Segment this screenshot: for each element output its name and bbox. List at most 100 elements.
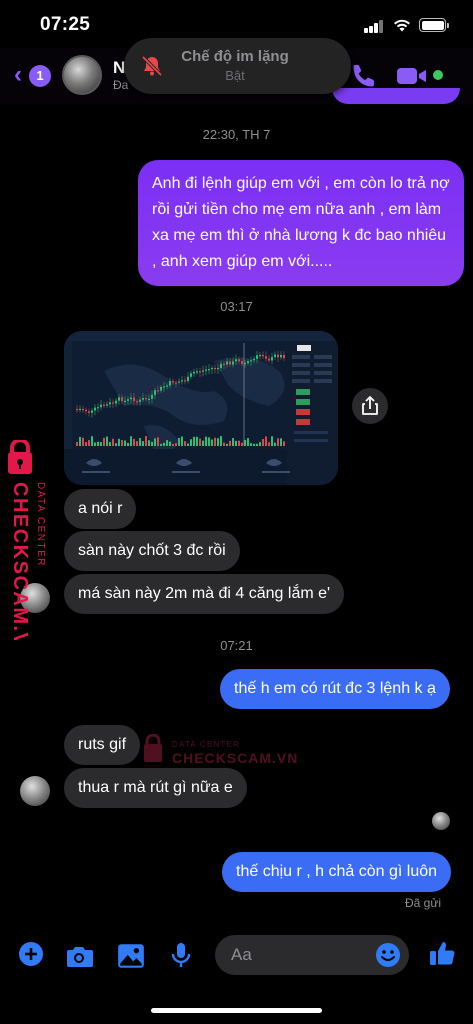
chart-candle <box>145 398 147 400</box>
seen-receipt-avatar <box>432 812 450 830</box>
chart-candle <box>82 408 84 411</box>
incoming-message[interactable]: ruts gif <box>64 725 141 765</box>
chart-candle <box>100 404 102 408</box>
phone-call-icon[interactable] <box>350 62 378 90</box>
chart-candle <box>109 402 111 405</box>
watermark-tagline: DATA CENTER <box>172 740 240 749</box>
chart-candle <box>253 358 255 361</box>
chart-candle <box>232 361 234 365</box>
outgoing-message[interactable]: thế chịu r , h chả còn gì luôn <box>222 852 452 892</box>
incoming-message[interactable]: sàn này chốt 3 đc rồi <box>64 531 240 571</box>
chart-volume-bar <box>241 442 243 446</box>
shared-image-trading-chart[interactable] <box>64 331 338 485</box>
chart-volume-bar <box>121 440 123 446</box>
chart-volume-bar <box>211 439 213 446</box>
chart-candle <box>229 361 231 365</box>
chart-volume-bar <box>280 438 282 446</box>
online-status-dot <box>433 70 443 80</box>
chart-volume-bar <box>133 438 135 446</box>
chart-candle <box>199 371 201 373</box>
chart-volume-bar <box>151 441 153 446</box>
chart-volume-bar <box>235 440 237 446</box>
watermark-tagline: DATA CENTER <box>35 482 46 567</box>
chart-volume-bar <box>256 443 258 446</box>
chart-candle <box>112 402 114 404</box>
chart-candle <box>268 358 270 361</box>
chart-volume-bar <box>91 436 93 446</box>
chart-volume-bar <box>265 436 267 446</box>
chart-volume-bar <box>271 436 273 446</box>
chart-volume-bar <box>166 440 168 446</box>
chart-candle <box>85 409 87 412</box>
chart-volume-bar <box>238 440 240 446</box>
chart-volume-bar <box>217 438 219 446</box>
share-button[interactable] <box>352 388 388 424</box>
chart-volume-bar <box>268 442 270 446</box>
video-call-icon[interactable] <box>396 64 428 88</box>
chart-candle <box>211 367 213 370</box>
chart-candle <box>88 411 90 413</box>
thumbs-up-icon[interactable] <box>427 939 457 967</box>
chart-candle <box>220 363 222 368</box>
timestamp: 22:30, TH 7 <box>202 127 271 142</box>
chart-volume-bar <box>223 442 225 446</box>
chart-candle <box>223 363 225 365</box>
chevron-left-icon: ‹ <box>14 61 22 88</box>
chart-volume-bar <box>112 438 114 446</box>
chart-candle <box>172 381 174 383</box>
chart-volume-bar <box>136 441 138 446</box>
chart-volume-bar <box>253 443 255 446</box>
incoming-message[interactable]: a nói r <box>64 489 137 529</box>
chart-candle <box>97 407 99 409</box>
camera-icon[interactable] <box>64 942 94 970</box>
chart-candle <box>277 354 279 358</box>
chart-volume-bar <box>79 436 81 446</box>
sender-avatar[interactable] <box>20 776 50 806</box>
message-input[interactable] <box>231 935 371 975</box>
chart-volume-bar <box>175 443 177 446</box>
chart-volume-bar <box>88 440 90 446</box>
chart-volume-bar <box>232 438 234 446</box>
chart-candle <box>127 399 129 401</box>
chart-candle <box>178 381 180 383</box>
chart-candle <box>271 357 273 361</box>
incoming-message[interactable]: má sàn này 2m mà đi 4 căng lắm e' <box>64 574 345 614</box>
chart-candle <box>274 354 276 358</box>
chart-volume-bar <box>142 441 144 446</box>
chart-volume-bar <box>202 440 204 446</box>
microphone-icon[interactable] <box>166 941 196 969</box>
chart-volume-bar <box>205 436 207 446</box>
photo-gallery-icon[interactable] <box>116 942 146 970</box>
bell-slash-icon <box>141 55 163 77</box>
chart-volume-bar <box>187 443 189 446</box>
chart-volume-bar <box>214 437 216 446</box>
timestamp: 07:21 <box>220 638 253 653</box>
outgoing-message[interactable]: Anh đi lệnh giúp em với , em còn lo trả … <box>138 160 464 286</box>
emoji-icon[interactable] <box>375 942 401 968</box>
chart-volume-bar <box>145 436 147 446</box>
outgoing-message[interactable]: thế h em có rút đc 3 lệnh k ạ <box>220 669 450 709</box>
plus-circle-icon[interactable] <box>16 940 46 968</box>
incoming-message[interactable]: thua r mà rút gì nữa e <box>64 768 247 808</box>
chart-candle <box>163 386 165 388</box>
home-indicator[interactable] <box>151 1008 322 1013</box>
chart-candle <box>235 359 237 362</box>
silent-mode-title: Chế độ im lặng <box>181 48 289 65</box>
back-button[interactable]: ‹ 1 <box>12 62 52 90</box>
chart-volume-bar <box>262 438 264 446</box>
chart-candle <box>106 404 108 406</box>
chart-volume-bar <box>124 440 126 446</box>
chart-volume-bar <box>259 442 261 446</box>
chart-volume-bar <box>160 443 162 446</box>
message-input-field[interactable] <box>215 935 409 975</box>
chart-volume-bar <box>169 441 171 446</box>
chart-volume-bar <box>130 436 132 446</box>
contact-avatar[interactable] <box>62 55 102 95</box>
chart-candle <box>121 397 123 402</box>
chart-volume-bar <box>208 437 210 446</box>
checkscam-watermark-faded: DATA CENTER CHECKSCAM.VN <box>144 734 297 766</box>
chart-candle <box>226 361 228 365</box>
chart-volume-bar <box>76 442 78 446</box>
chart-volume-bar <box>157 437 159 446</box>
chart-candle <box>283 354 285 359</box>
